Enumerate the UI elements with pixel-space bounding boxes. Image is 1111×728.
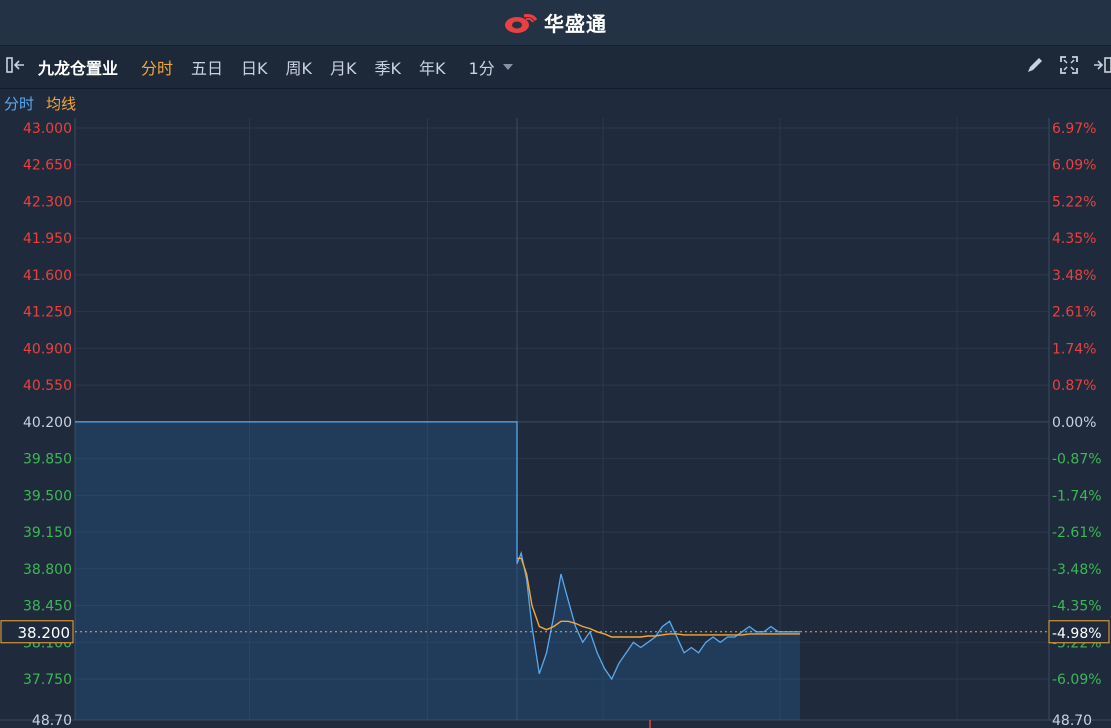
y-tick-label: 41.250	[23, 305, 72, 321]
pct-tick-label: 0.87%	[1052, 378, 1096, 394]
y-tick-label: 40.200	[23, 415, 72, 431]
toolbar: 九龙仓置业 分时 五日 日K 周K 月K 季K 年K 1分	[0, 46, 1111, 89]
tab-yearly-k[interactable]: 年K	[410, 55, 455, 79]
y-tick-label: 38.450	[23, 599, 72, 615]
pct-tick-label: 6.97%	[1052, 121, 1096, 137]
pct-tick-label: -4.35%	[1052, 599, 1102, 615]
tab-monthly-k[interactable]: 月K	[321, 55, 366, 79]
pct-tick-label: -6.09%	[1052, 672, 1102, 688]
y-tick-label: 42.300	[23, 194, 72, 210]
pct-tick-label: 3.48%	[1052, 268, 1096, 284]
chart-legend: 分时 均线	[0, 89, 1111, 117]
fullscreen-icon[interactable]	[1059, 55, 1079, 79]
pct-tick-label: 5.22%	[1052, 194, 1096, 210]
pct-tick-label: 2.61%	[1052, 305, 1096, 321]
legend-average: 均线	[46, 94, 77, 113]
toolbar-right	[1025, 46, 1111, 88]
tab-quarterly-k[interactable]: 季K	[366, 55, 411, 79]
current-price-label: 38.200	[18, 624, 71, 642]
intraday-chart[interactable]: 43.000 42.650 42.300 41.950 41.600 41.250 40.9…	[0, 118, 1111, 728]
y-tick-label: 37.750	[23, 672, 72, 688]
pct-tick-label: 0.00%	[1052, 415, 1096, 431]
pct-tick-label: -1.74%	[1052, 488, 1102, 504]
pct-tick-label: -0.87%	[1052, 452, 1102, 468]
pencil-icon[interactable]	[1025, 55, 1045, 79]
tab-weekly-k[interactable]: 周K	[277, 55, 322, 79]
legend-minute: 分时	[4, 94, 35, 113]
bottom-right-label: 48.70	[1052, 713, 1092, 728]
huashengtong-logo-icon	[505, 13, 538, 33]
chevron-down-icon	[502, 64, 513, 70]
collapse-left-icon[interactable]	[6, 56, 28, 78]
pct-tick-label: 1.74%	[1052, 341, 1096, 357]
y-tick-label: 42.650	[23, 158, 72, 174]
interval-value: 1分	[468, 59, 495, 78]
pct-tick-label: 6.09%	[1052, 158, 1096, 174]
brand-name: 华盛通	[544, 12, 607, 36]
y-tick-label: 39.500	[23, 488, 72, 504]
y-tick-label: 40.550	[23, 378, 72, 394]
price-area	[75, 421, 800, 720]
y-tick-label: 39.850	[23, 452, 72, 468]
y-tick-label: 43.000	[23, 121, 72, 137]
current-change-label: -4.98%	[1052, 626, 1102, 642]
tab-minute[interactable]: 分时	[132, 55, 182, 79]
tab-daily-k[interactable]: 日K	[232, 55, 277, 79]
expand-right-icon[interactable]	[1093, 56, 1111, 78]
pct-tick-label: -2.61%	[1052, 525, 1102, 541]
stock-name: 九龙仓置业	[38, 59, 119, 78]
y-tick-label: 41.950	[23, 231, 72, 247]
y-tick-label: 38.800	[23, 562, 72, 578]
y-tick-label: 41.600	[23, 268, 72, 284]
pct-tick-label: 4.35%	[1052, 231, 1096, 247]
title-bar: 华盛通	[0, 0, 1111, 46]
interval-select[interactable]: 1分	[469, 55, 513, 79]
bottom-left-label: 48.70	[32, 713, 72, 728]
pct-tick-label: -3.48%	[1052, 562, 1102, 578]
tab-five-day[interactable]: 五日	[182, 55, 232, 79]
y-tick-label: 39.150	[23, 525, 72, 541]
y-tick-label: 40.900	[23, 341, 72, 357]
brand: 华盛通	[504, 8, 607, 37]
